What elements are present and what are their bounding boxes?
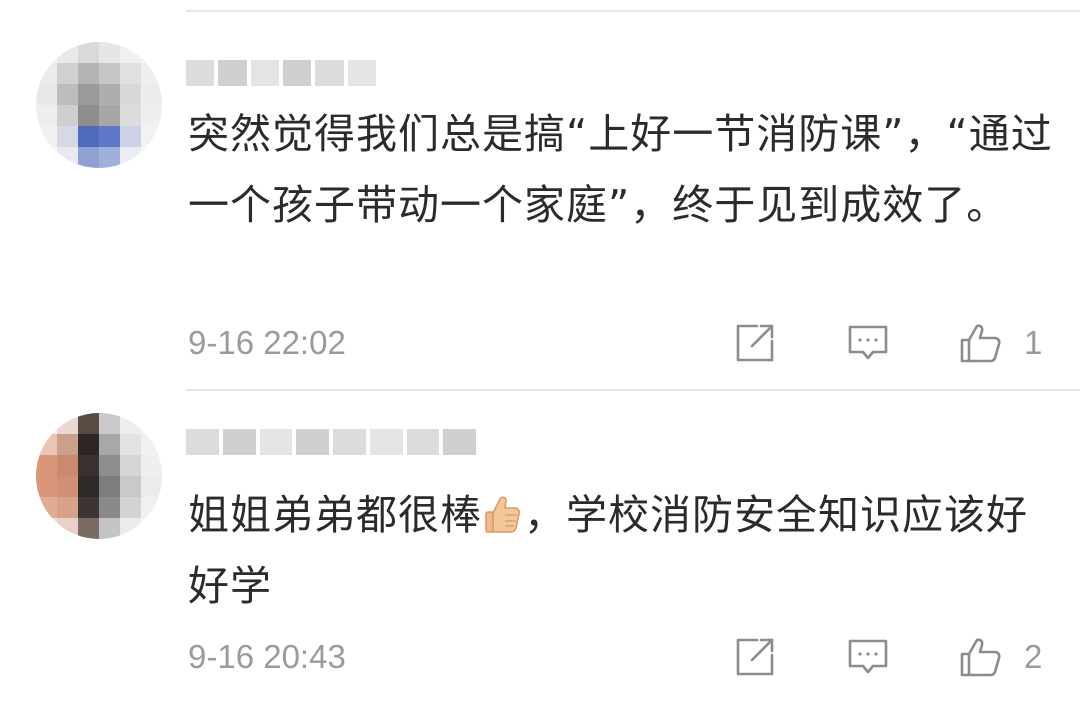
comment-meta: 9-16 20:43 2: [188, 634, 1080, 680]
user-avatar[interactable]: [36, 42, 162, 168]
thumbs-up-emoji: [485, 496, 520, 533]
share-button[interactable]: [733, 320, 777, 366]
like-icon: [960, 324, 1001, 363]
share-button[interactable]: [733, 634, 777, 680]
comment-text: 姐姐弟弟都很棒 ，学校消防安全知识应该好好学: [188, 480, 1058, 622]
comment-item: 姐姐弟弟都很棒 ，学校消防安全知识应该好好学 9-16 20:43 2: [0, 391, 1080, 706]
comment-text: 突然觉得我们总是搞“上好一节消防课”，“通过一个孩子带动一个家庭”，终于见到成效…: [188, 110, 1053, 229]
like-button[interactable]: 2: [958, 634, 1042, 680]
username[interactable]: nc9587nc: [186, 57, 376, 89]
comment-list: nc9587nc 突然觉得我们总是搞“上好一节消防课”，“通过一个孩子带动一个家…: [0, 0, 1080, 706]
timestamp: 9-16 22:02: [188, 324, 346, 361]
comment-meta: 9-16 22:02 1: [188, 320, 1080, 366]
share-icon: [736, 324, 774, 362]
comment-text-part: 姐姐弟弟都很棒: [188, 491, 482, 539]
reply-icon: [848, 639, 888, 674]
timestamp: 9-16 20:43: [188, 638, 346, 675]
reply-icon: [848, 325, 888, 360]
reply-button[interactable]: [846, 634, 890, 680]
like-count: 1: [1024, 324, 1043, 361]
share-icon: [736, 638, 774, 676]
username[interactable]: [186, 426, 476, 458]
like-count: 2: [1024, 638, 1043, 675]
comment-item: nc9587nc 突然觉得我们总是搞“上好一节消防课”，“通过一个孩子带动一个家…: [0, 12, 1080, 389]
like-button[interactable]: 1: [958, 320, 1042, 366]
like-icon: [960, 638, 1001, 677]
user-avatar[interactable]: [36, 413, 162, 539]
reply-button[interactable]: [846, 320, 890, 366]
